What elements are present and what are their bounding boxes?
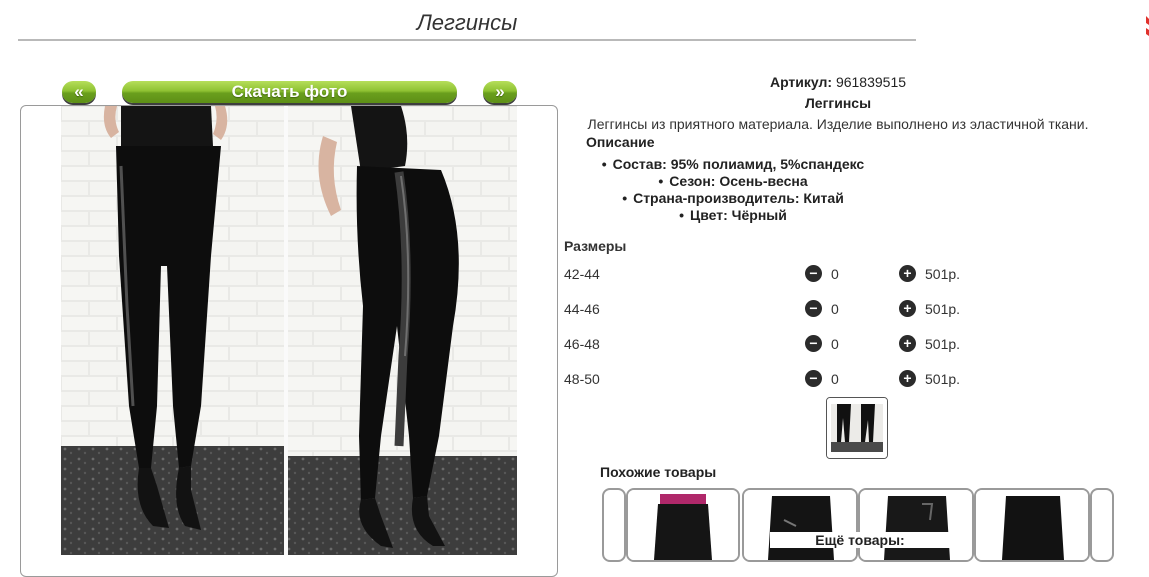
title-divider [18,39,916,41]
quantity-value: 0 [831,336,839,352]
next-photo-button[interactable]: » [483,81,517,103]
similar-product-card[interactable] [602,488,626,562]
size-price: 501р. [925,336,961,352]
quantity-value: 0 [831,301,839,317]
increase-quantity-button[interactable]: + [899,370,916,387]
decrease-quantity-button[interactable]: − [805,265,822,282]
property-country: Страна-производитель: Китай [583,190,883,207]
similar-product-card[interactable] [626,488,740,562]
size-row: 46-48 − 0 + 501р. [564,334,984,354]
article-number: 961839515 [835,74,907,90]
similar-product-card[interactable] [974,488,1090,562]
product-photo[interactable] [61,106,517,555]
size-label: 46-48 [564,336,600,352]
more-products-link[interactable]: Ещё товары: [770,532,950,548]
size-row: 42-44 − 0 + 501р. [564,264,984,284]
size-label: 48-50 [564,371,600,387]
decrease-quantity-button[interactable]: − [805,335,822,352]
article-line: Артикул: 961839515 [560,74,1116,90]
leggings-photo-image [61,106,517,555]
decrease-quantity-button[interactable]: − [805,300,822,317]
similar-product-image [628,490,738,560]
similar-product-card[interactable] [1090,488,1114,562]
size-row: 44-46 − 0 + 501р. [564,299,984,319]
sizes-heading: Размеры [564,238,627,254]
brand-mark-icon [1146,16,1149,36]
size-price: 501р. [925,301,961,317]
similar-products-heading: Похожие товары [600,464,717,480]
size-label: 44-46 [564,301,600,317]
increase-quantity-button[interactable]: + [899,300,916,317]
property-composition: Состав: 95% полиамид, 5%спандекс [583,156,883,173]
property-color: Цвет: Чёрный [583,207,883,224]
thumbnail-image [827,398,887,458]
size-price: 501р. [925,371,961,387]
quantity-value: 0 [831,371,839,387]
page-title: Леггинсы [416,10,518,35]
increase-quantity-button[interactable]: + [899,335,916,352]
size-price: 501р. [925,266,961,282]
size-row: 48-50 − 0 + 501р. [564,369,984,389]
article-label: Артикул: [769,74,833,90]
download-photo-button[interactable]: Скачать фото [122,81,457,103]
product-name: Леггинсы [804,95,872,111]
size-label: 42-44 [564,266,600,282]
previous-photo-button[interactable]: « [62,81,96,103]
similar-product-image [860,490,972,560]
similar-product-image [744,490,856,560]
description-heading: Описание [586,134,655,150]
similar-product-card[interactable] [858,488,974,562]
quantity-value: 0 [831,266,839,282]
similar-product-card[interactable] [742,488,858,562]
similar-product-image [976,490,1088,560]
decrease-quantity-button[interactable]: − [805,370,822,387]
product-description: Леггинсы из приятного материала. Изделие… [587,116,1089,132]
property-list: Состав: 95% полиамид, 5%спандекс Сезон: … [583,156,883,224]
property-season: Сезон: Осень-весна [583,173,883,190]
photo-thumbnail[interactable] [826,397,888,459]
increase-quantity-button[interactable]: + [899,265,916,282]
